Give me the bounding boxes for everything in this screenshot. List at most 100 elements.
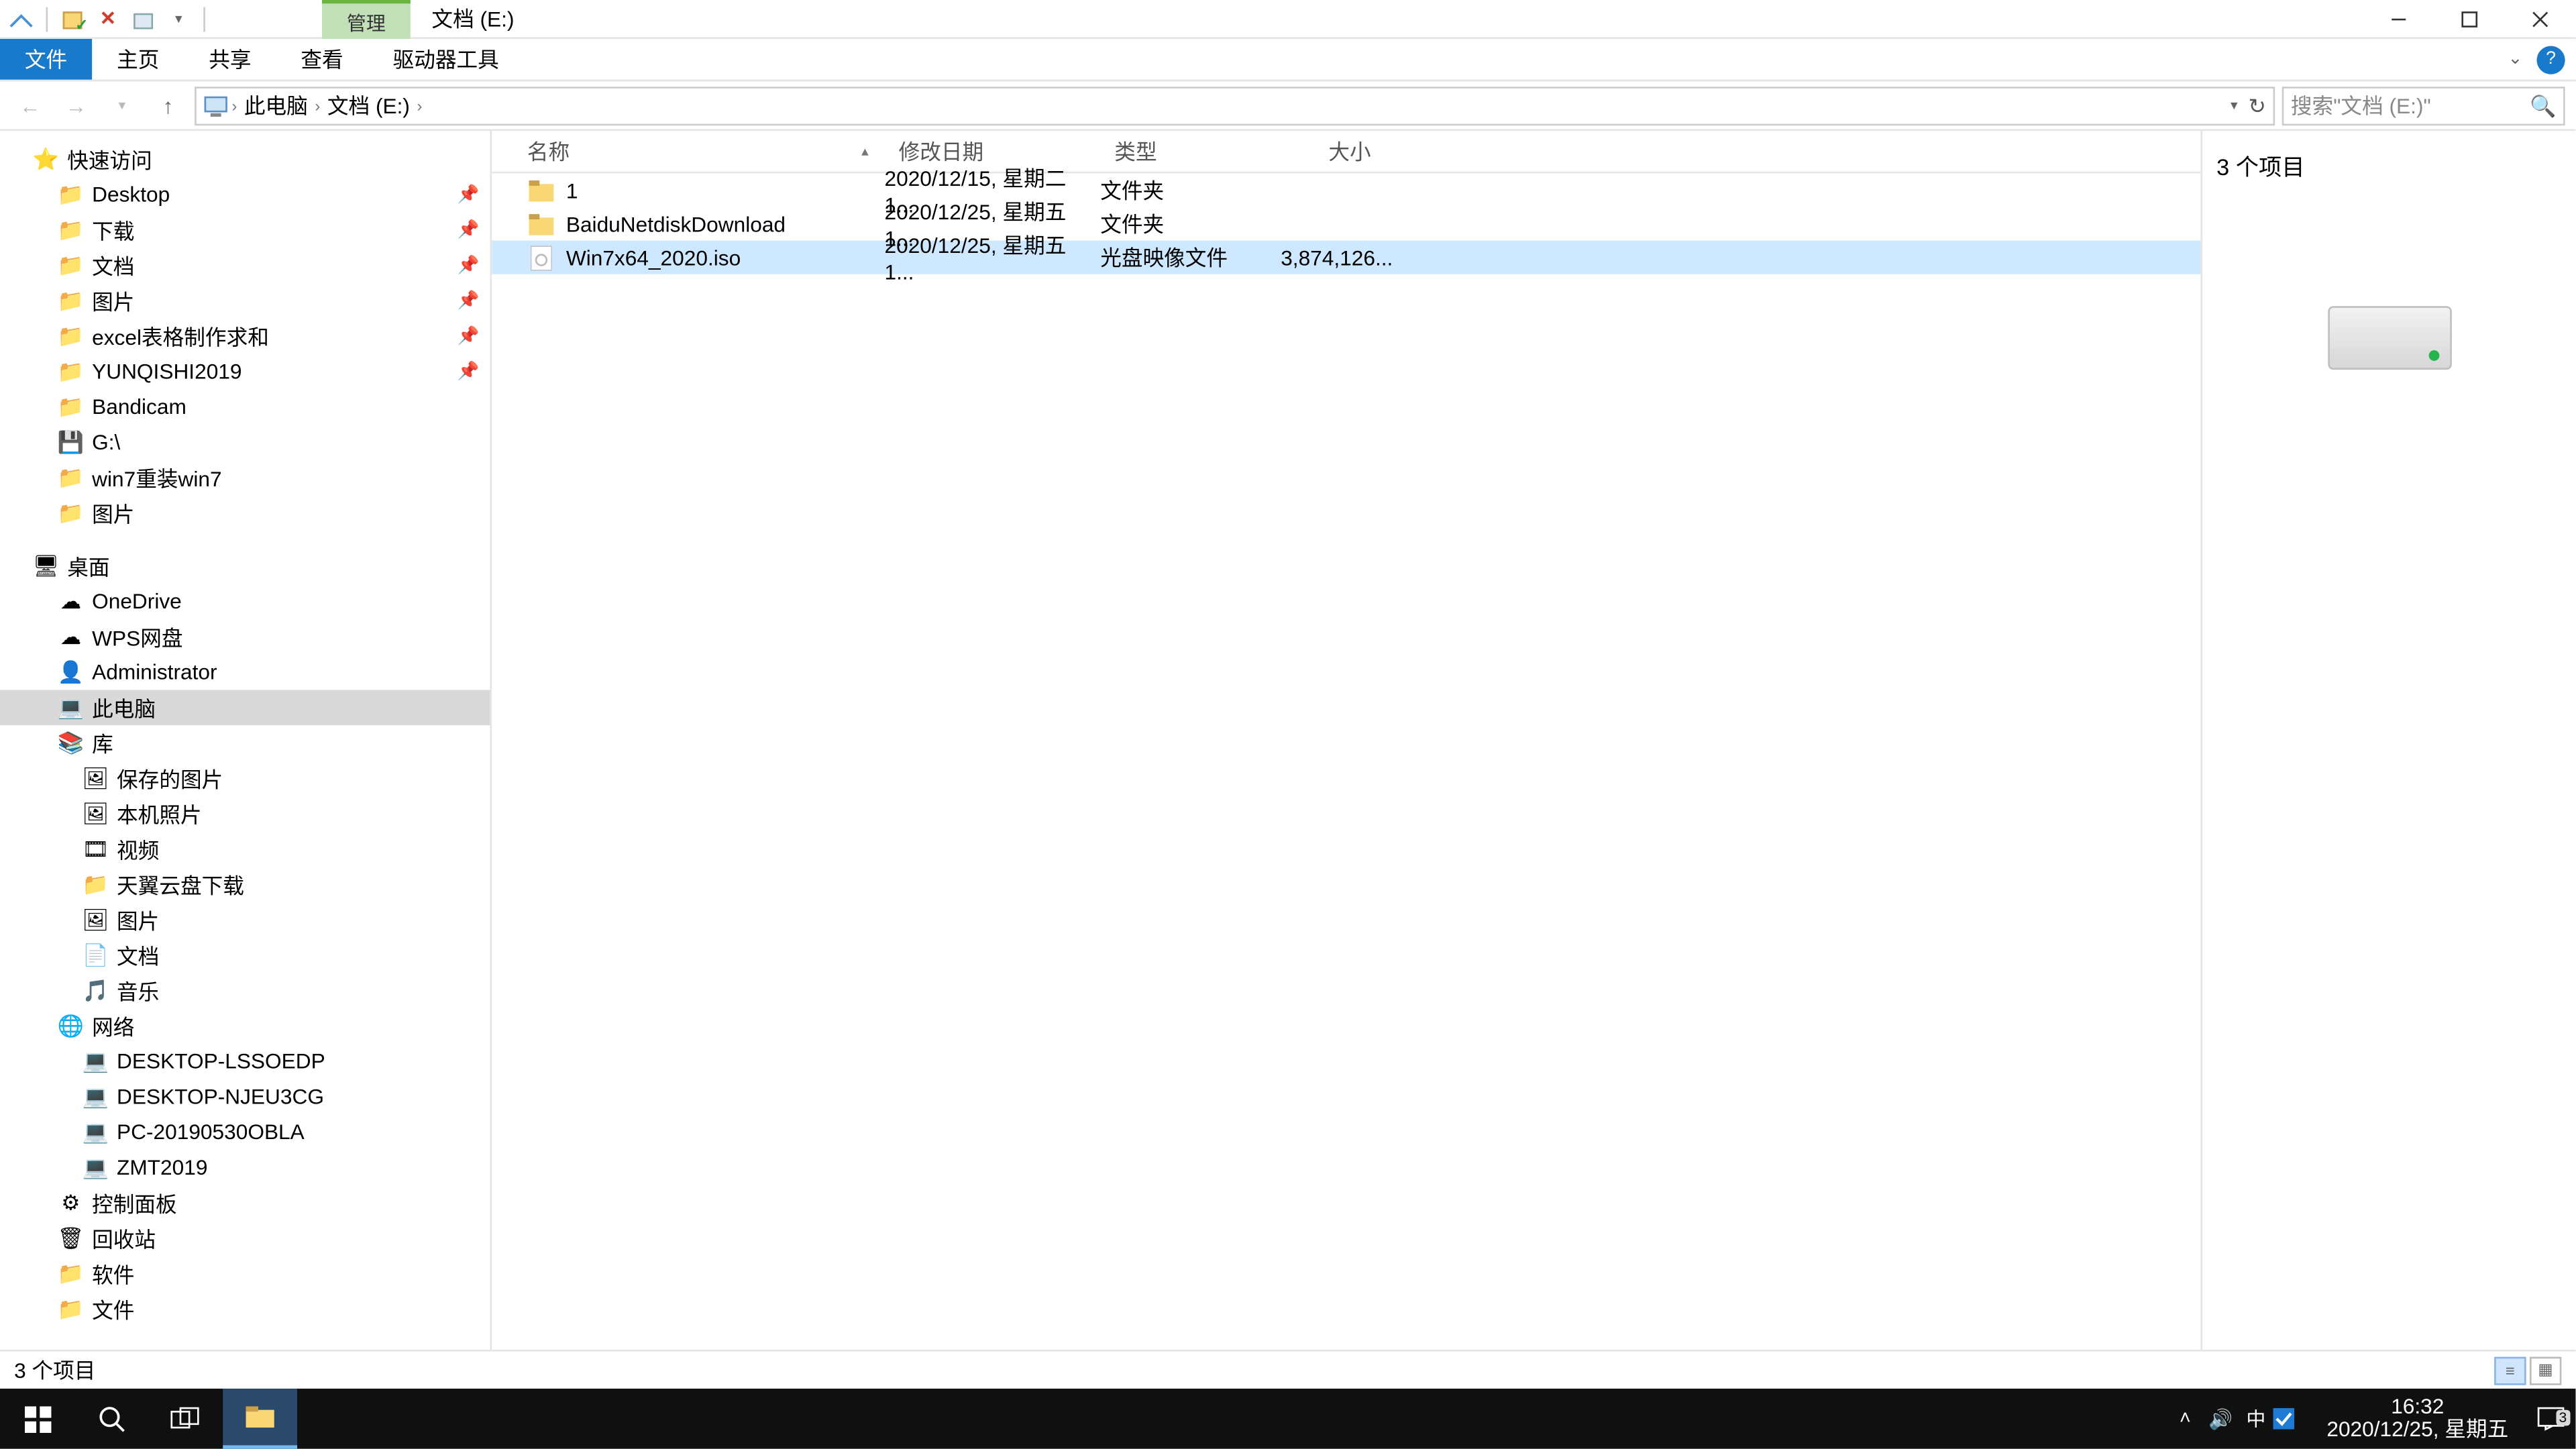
folder-icon: 📁: [56, 1295, 85, 1323]
search-icon[interactable]: 🔍: [2530, 93, 2556, 117]
navigation-pane[interactable]: ⭐快速访问📁Desktop📌📁下载📌📁文档📌📁图片📌📁excel表格制作求和📌📁…: [0, 131, 492, 1350]
menu-file[interactable]: 文件: [0, 39, 92, 80]
nav-item[interactable]: 📁软件: [0, 1256, 490, 1291]
nav-item[interactable]: 🖥桌面: [0, 548, 490, 584]
nav-item[interactable]: 📁Bandicam: [0, 389, 490, 425]
chevron-right-icon[interactable]: ›: [417, 97, 423, 114]
nav-item[interactable]: 📁Desktop📌: [0, 177, 490, 213]
column-type[interactable]: 类型: [1100, 131, 1281, 172]
address-dropdown-icon[interactable]: ▾: [2231, 97, 2238, 113]
nav-item-label: 桌面: [67, 551, 109, 581]
taskbar-search-button[interactable]: [74, 1389, 149, 1449]
nav-item[interactable]: 🎞视频: [0, 831, 490, 867]
action-center-button[interactable]: 3: [2526, 1406, 2576, 1431]
ime-indicator[interactable]: 中: [2239, 1405, 2274, 1433]
maximize-button[interactable]: [2434, 0, 2505, 38]
nav-item[interactable]: 📁天翼云盘下载: [0, 867, 490, 902]
nav-item[interactable]: 📁下载📌: [0, 212, 490, 248]
view-details-button[interactable]: ≡: [2494, 1356, 2526, 1384]
nav-item[interactable]: ☁OneDrive: [0, 584, 490, 619]
nav-item[interactable]: 📁文件: [0, 1291, 490, 1327]
volume-icon[interactable]: 🔊: [2203, 1407, 2239, 1430]
search-input[interactable]: 搜索"文档 (E:)" 🔍: [2282, 86, 2565, 125]
qat-delete-icon[interactable]: ✕: [94, 5, 122, 33]
file-row[interactable]: Win7x64_2020.iso2020/12/25, 星期五 1...光盘映像…: [492, 241, 2200, 274]
nav-item[interactable]: 💻DESKTOP-NJEU3CG: [0, 1079, 490, 1115]
task-view-button[interactable]: [149, 1389, 223, 1449]
context-tab-manage[interactable]: 管理: [322, 0, 411, 38]
menu-share[interactable]: 共享: [184, 39, 276, 80]
taskbar-explorer-button[interactable]: [223, 1389, 297, 1449]
nav-item[interactable]: 🎵音乐: [0, 973, 490, 1008]
close-button[interactable]: [2505, 0, 2575, 38]
column-name[interactable]: 名称 ▴: [492, 131, 884, 172]
user-icon: 👤: [56, 658, 85, 686]
nav-item[interactable]: 📄文档: [0, 938, 490, 973]
file-rows[interactable]: 12020/12/15, 星期二 1...文件夹BaiduNetdiskDown…: [492, 173, 2200, 1350]
nav-item-label: 图片: [92, 286, 134, 316]
nav-item[interactable]: 📁图片: [0, 495, 490, 531]
nav-item[interactable]: 📁YUNQISHI2019📌: [0, 354, 490, 389]
nav-item[interactable]: 🖼图片: [0, 902, 490, 938]
ribbon-expand-icon[interactable]: ⌄: [2508, 50, 2522, 69]
nav-item[interactable]: 📁excel表格制作求和📌: [0, 319, 490, 354]
nav-forward-button[interactable]: →: [56, 86, 95, 125]
qat-newfolder-icon[interactable]: [129, 5, 158, 33]
menu-view[interactable]: 查看: [276, 39, 368, 80]
nav-item-label: 此电脑: [92, 692, 156, 722]
nav-item[interactable]: 🌐网络: [0, 1008, 490, 1044]
tray-overflow-icon[interactable]: ˄: [2167, 1408, 2203, 1430]
view-icons-button[interactable]: ▦: [2530, 1356, 2561, 1384]
nav-item[interactable]: ⭐快速访问: [0, 142, 490, 177]
qat-dropdown-icon[interactable]: ▾: [164, 5, 193, 33]
chevron-right-icon[interactable]: ›: [315, 97, 320, 114]
nav-item[interactable]: 🖼本机照片: [0, 796, 490, 832]
iso-file-icon: [527, 244, 555, 272]
chevron-right-icon[interactable]: ›: [231, 97, 237, 114]
nav-item-label: 下载: [92, 215, 134, 245]
taskbar: ˄ 🔊 中 16:32 2020/12/25, 星期五 3: [0, 1389, 2575, 1449]
address-bar[interactable]: › 此电脑 › 文档 (E:) › ▾ ↻: [195, 86, 2275, 125]
file-row[interactable]: BaiduNetdiskDownload2020/12/25, 星期五 1...…: [492, 207, 2200, 241]
lib-icon: 📚: [56, 729, 85, 757]
file-row[interactable]: 12020/12/15, 星期二 1...文件夹: [492, 173, 2200, 207]
nav-item[interactable]: 📁文档📌: [0, 248, 490, 283]
crumb-this-pc[interactable]: 此电脑: [241, 90, 312, 120]
nav-item[interactable]: 👤Administrator: [0, 655, 490, 690]
tray-app-icon[interactable]: [2273, 1408, 2309, 1430]
details-pane: 3 个项目: [2200, 131, 2575, 1350]
nav-item[interactable]: 📚库: [0, 725, 490, 761]
start-button[interactable]: [0, 1389, 74, 1449]
help-icon[interactable]: ?: [2536, 45, 2565, 73]
nav-item-label: 快速访问: [67, 144, 152, 174]
menu-drive-tools[interactable]: 驱动器工具: [368, 39, 524, 80]
nav-item[interactable]: 📁win7重装win7: [0, 460, 490, 496]
nav-item[interactable]: 🗑回收站: [0, 1221, 490, 1256]
pic-icon: 🖼: [81, 906, 109, 934]
titlebar: ✓ ✕ ▾ 管理 文档 (E:): [0, 0, 2575, 39]
nav-recent-dropdown[interactable]: ▾: [103, 86, 142, 125]
nav-up-button[interactable]: ↑: [149, 86, 188, 125]
nav-item[interactable]: 💻PC-20190530OBLA: [0, 1114, 490, 1150]
nav-item-label: WPS网盘: [92, 622, 182, 652]
nav-item[interactable]: 💾G:\: [0, 425, 490, 460]
nav-item-label: 软件: [92, 1258, 134, 1289]
nav-item[interactable]: 📁图片📌: [0, 283, 490, 319]
menu-home[interactable]: 主页: [92, 39, 184, 80]
nav-item[interactable]: 🖼保存的图片: [0, 761, 490, 796]
folder-icon: 📁: [56, 392, 85, 421]
crumb-location[interactable]: 文档 (E:): [324, 90, 414, 120]
net-icon: 🌐: [56, 1012, 85, 1040]
nav-item[interactable]: ⚙控制面板: [0, 1185, 490, 1221]
nav-item-label: Desktop: [92, 182, 170, 207]
nav-item[interactable]: 💻此电脑: [0, 690, 490, 725]
column-size[interactable]: 大小: [1281, 131, 1387, 172]
qat-properties-icon[interactable]: ✓: [58, 5, 87, 33]
nav-back-button[interactable]: ←: [11, 86, 50, 125]
nav-item[interactable]: 💻DESKTOP-LSSOEDP: [0, 1044, 490, 1079]
nav-item[interactable]: ☁WPS网盘: [0, 619, 490, 655]
refresh-icon[interactable]: ↻: [2248, 93, 2266, 117]
minimize-button[interactable]: [2363, 0, 2434, 38]
nav-item[interactable]: 💻ZMT2019: [0, 1150, 490, 1185]
taskbar-clock[interactable]: 16:32 2020/12/25, 星期五: [2309, 1396, 2526, 1442]
